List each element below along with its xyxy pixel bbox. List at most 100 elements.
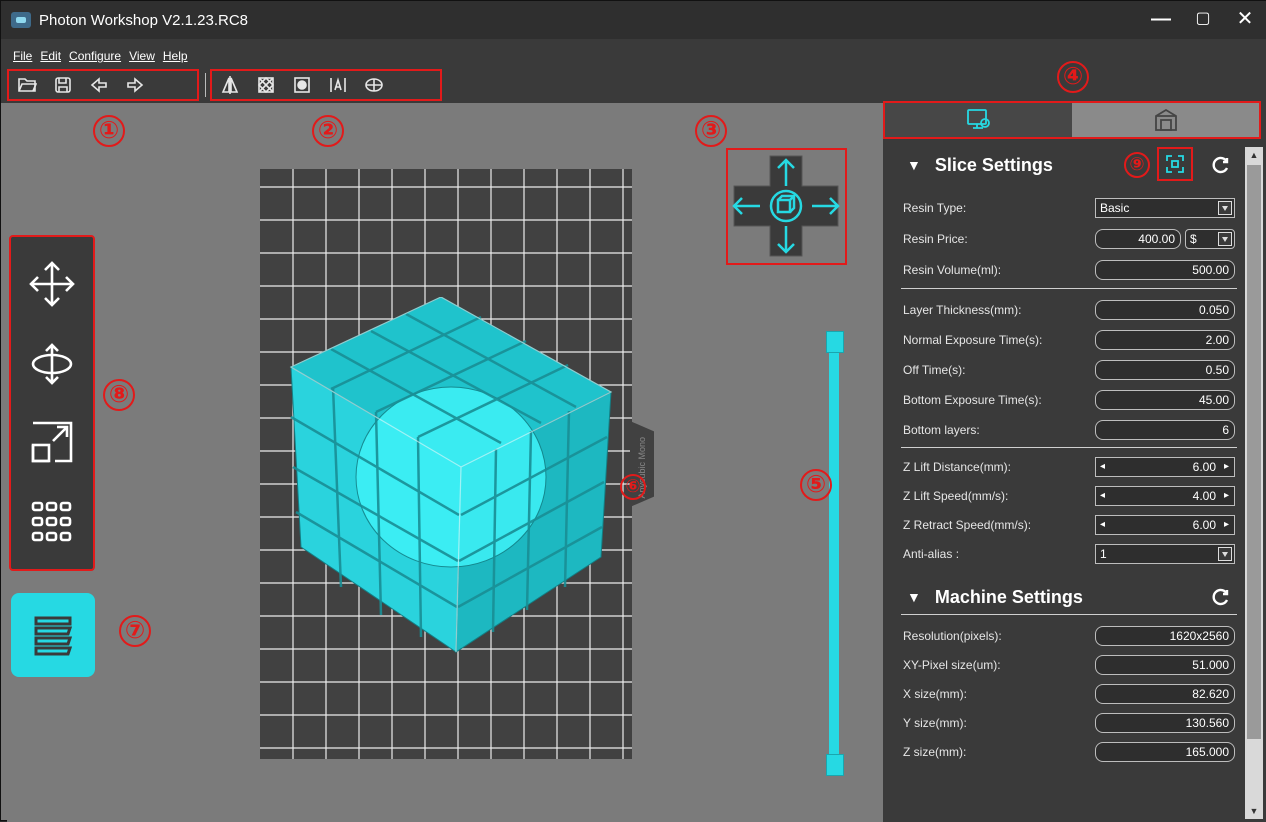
tab-slice-settings[interactable] — [885, 103, 1072, 137]
z-lift-distance-stepper[interactable]: ◂ 6.00 ▸ — [1095, 457, 1235, 477]
scale-button[interactable] — [25, 415, 79, 469]
layer-slider-track[interactable] — [829, 346, 839, 762]
resin-price-label: Resin Price: — [903, 232, 968, 246]
bottom-exposure-label: Bottom Exposure Time(s): — [903, 393, 1042, 407]
menu-configure[interactable]: Configure — [69, 49, 121, 63]
resin-price-input[interactable]: 400.00 — [1095, 229, 1181, 249]
undo-button[interactable] — [81, 71, 117, 99]
machine-settings-header[interactable]: ▼ Machine Settings — [893, 579, 1243, 615]
toolbar-divider — [205, 73, 206, 97]
menu-help[interactable]: Help — [163, 49, 188, 63]
redo-button[interactable] — [117, 71, 153, 99]
resin-type-select[interactable]: Basic — [1095, 198, 1235, 218]
y-size-row: Y size(mm): 130.560 — [903, 710, 1241, 736]
anti-alias-select[interactable]: 1 — [1095, 544, 1235, 564]
maximize-button[interactable]: ▢ — [1191, 7, 1215, 31]
resin-type-value: Basic — [1100, 201, 1130, 215]
decrement-icon[interactable]: ◂ — [1100, 458, 1105, 476]
settings-scrollbar[interactable]: ▲ ▼ — [1245, 147, 1263, 819]
scroll-down-icon[interactable]: ▼ — [1245, 803, 1263, 819]
chevron-down-icon — [1218, 547, 1232, 561]
text-button[interactable] — [320, 71, 356, 99]
resin-volume-row: Resin Volume(ml): 500.00 — [903, 257, 1241, 283]
decrement-icon[interactable]: ◂ — [1100, 487, 1105, 505]
xy-pixel-input[interactable]: 51.000 — [1095, 655, 1235, 675]
resolution-input[interactable]: 1620x2560 — [1095, 626, 1235, 646]
open-button[interactable] — [9, 71, 45, 99]
multiply-button[interactable] — [25, 495, 79, 549]
fill-icon — [294, 77, 310, 93]
z-size-label: Z size(mm): — [903, 745, 967, 759]
x-size-input[interactable]: 82.620 — [1095, 684, 1235, 704]
file-toolbar-group — [7, 69, 199, 101]
z-lift-speed-label: Z Lift Speed(mm/s): — [903, 489, 1009, 503]
normal-exposure-input[interactable]: 2.00 — [1095, 330, 1235, 350]
minimize-button[interactable]: — — [1149, 7, 1173, 31]
y-size-label: Y size(mm): — [903, 716, 967, 730]
mirror-icon — [221, 76, 239, 94]
section-divider — [901, 288, 1237, 289]
move-icon — [29, 261, 75, 307]
model-cube[interactable] — [281, 297, 621, 657]
resolution-label: Resolution(pixels): — [903, 629, 1002, 643]
layer-thickness-input[interactable]: 0.050 — [1095, 300, 1235, 320]
annotation-marker-7: ⑦ — [119, 615, 151, 647]
machine-refresh-button[interactable] — [1211, 587, 1231, 607]
z-lift-speed-stepper[interactable]: ◂ 4.00 ▸ — [1095, 486, 1235, 506]
increment-icon[interactable]: ▸ — [1224, 458, 1229, 476]
collapse-triangle-icon: ▼ — [907, 589, 921, 605]
xy-pixel-label: XY-Pixel size(um): — [903, 658, 1001, 672]
annotation-marker-9: ⑨ — [1124, 152, 1150, 178]
anti-alias-value: 1 — [1100, 547, 1107, 561]
y-size-input[interactable]: 130.560 — [1095, 713, 1235, 733]
rotate-button[interactable] — [25, 337, 79, 391]
hollow-button[interactable] — [248, 71, 284, 99]
xy-pixel-row: XY-Pixel size(um): 51.000 — [903, 652, 1241, 678]
layer-preview-button[interactable] — [11, 593, 95, 677]
tab-machine[interactable] — [1072, 103, 1259, 137]
save-button[interactable] — [45, 71, 81, 99]
machine-settings-title: Machine Settings — [934, 586, 1083, 607]
undo-icon — [90, 77, 107, 93]
slice-settings-title: Slice Settings — [934, 154, 1053, 175]
increment-icon[interactable]: ▸ — [1224, 516, 1229, 534]
annotation-marker-6: ⑥ — [620, 474, 646, 500]
anti-alias-label: Anti-alias : — [903, 547, 960, 561]
scroll-up-icon[interactable]: ▲ — [1245, 147, 1263, 163]
layer-slider-top-handle[interactable] — [826, 331, 844, 353]
machine-icon — [1154, 108, 1177, 131]
x-size-label: X size(mm): — [903, 687, 967, 701]
move-button[interactable] — [25, 257, 79, 311]
decrement-icon[interactable]: ◂ — [1100, 516, 1105, 534]
scroll-thumb[interactable] — [1247, 165, 1261, 739]
z-size-row: Z size(mm): 165.000 — [903, 739, 1241, 765]
z-retract-speed-stepper[interactable]: ◂ 6.00 ▸ — [1095, 515, 1235, 535]
annotation-marker-1: ① — [93, 115, 125, 147]
off-time-input[interactable]: 0.50 — [1095, 360, 1235, 380]
off-time-label: Off Time(s): — [903, 363, 966, 377]
slice-refresh-button[interactable] — [1211, 155, 1231, 175]
layer-slider-bottom-handle[interactable] — [826, 754, 844, 776]
z-size-input[interactable]: 165.000 — [1095, 742, 1235, 762]
bottom-layers-input[interactable]: 6 — [1095, 420, 1235, 440]
model-toolbar-group — [210, 69, 442, 101]
section-divider — [901, 447, 1237, 448]
currency-select[interactable]: $ — [1185, 229, 1235, 249]
fill-button[interactable] — [284, 71, 320, 99]
mirror-button[interactable] — [212, 71, 248, 99]
z-lift-distance-row: Z Lift Distance(mm): ◂ 6.00 ▸ — [903, 454, 1241, 480]
menu-view[interactable]: View — [129, 49, 155, 63]
panel-tab-bar — [883, 101, 1261, 139]
bottom-exposure-input[interactable]: 45.00 — [1095, 390, 1235, 410]
close-button[interactable]: ✕ — [1233, 7, 1257, 31]
supports-icon — [365, 78, 383, 92]
increment-icon[interactable]: ▸ — [1224, 487, 1229, 505]
app-window: Photon Workshop V2.1.23.RC8 — ▢ ✕ File E… — [0, 0, 1266, 822]
fit-button[interactable] — [1157, 147, 1193, 181]
anti-alias-row: Anti-alias : 1 — [903, 541, 1241, 567]
menu-file[interactable]: File — [13, 49, 32, 63]
layer-thickness-label: Layer Thickness(mm): — [903, 303, 1022, 317]
resin-volume-input[interactable]: 500.00 — [1095, 260, 1235, 280]
menu-edit[interactable]: Edit — [40, 49, 61, 63]
supports-button[interactable] — [356, 71, 392, 99]
